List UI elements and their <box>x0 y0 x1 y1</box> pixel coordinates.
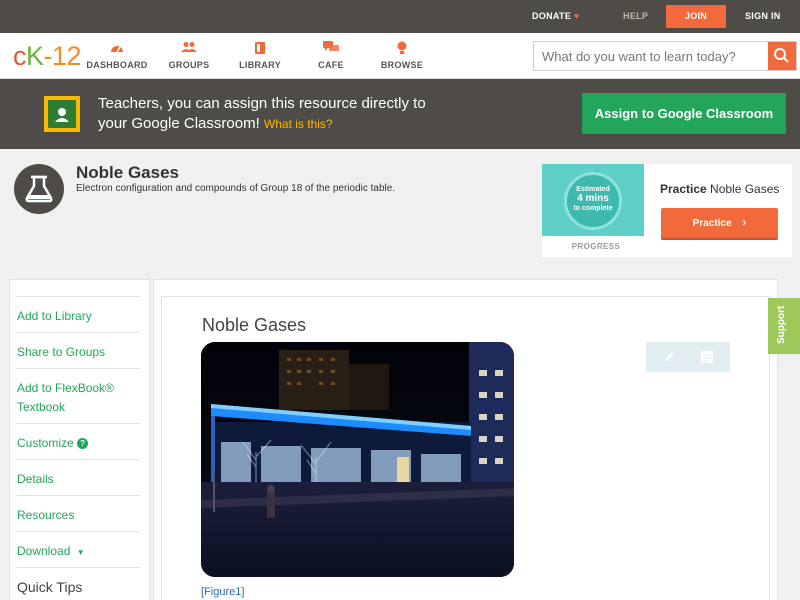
nav-dashboard[interactable]: DASHBOARD <box>82 41 152 70</box>
groups-icon <box>154 41 224 57</box>
logo-number: 12 <box>52 41 82 71</box>
article-title: Noble Gases <box>202 315 307 335</box>
browse-icon <box>367 41 437 57</box>
estimated-minutes: 4 mins <box>577 193 609 204</box>
nav-groups[interactable]: GROUPS <box>154 41 224 70</box>
support-label: Support <box>776 305 787 344</box>
help-link[interactable]: HELP <box>623 0 648 33</box>
nav-cafe[interactable]: CAFE <box>296 41 366 70</box>
nav-library-label: LIBRARY <box>239 60 281 70</box>
resources-link[interactable]: Resources <box>17 495 140 525</box>
search-input[interactable] <box>534 42 770 70</box>
pencil-icon[interactable] <box>660 348 678 366</box>
practice-button[interactable]: Practice › <box>661 208 778 238</box>
donate-link[interactable]: DONATE ♥ <box>532 0 580 33</box>
estimated-time: Estimated 4 mins to complete <box>567 185 619 213</box>
notes-icon[interactable] <box>698 348 716 366</box>
ck12-logo[interactable]: cK-12 <box>13 41 82 71</box>
estimated-label: Estimated <box>576 186 610 193</box>
cafe-icon <box>296 41 366 57</box>
support-tab[interactable]: Support <box>768 298 800 354</box>
logo-k: K <box>26 41 44 71</box>
heart-icon: ♥ <box>573 11 580 21</box>
banner-line-1: Teachers, you can assign this resource d… <box>98 95 426 112</box>
chevron-right-icon: › <box>742 215 747 229</box>
article-figure-image <box>201 342 514 577</box>
assign-google-classroom-button[interactable]: Assign to Google Classroom <box>582 93 786 134</box>
banner-message: Teachers, you can assign this resource d… <box>98 94 458 134</box>
practice-title: Practice Noble Gases <box>660 182 779 196</box>
help-circle-icon[interactable]: ? <box>77 438 89 449</box>
add-to-library-link[interactable]: Add to Library <box>17 296 140 326</box>
customize-link[interactable]: Customize ? <box>17 423 140 453</box>
download-link[interactable]: Download ▼ <box>17 531 140 562</box>
dashboard-icon <box>82 41 152 57</box>
search-icon <box>774 48 789 63</box>
nav-browse-label: BROWSE <box>380 60 424 70</box>
concept-title: Noble Gases <box>76 163 179 182</box>
to-complete-label: to complete <box>573 205 613 212</box>
nav-library[interactable]: LIBRARY <box>225 41 295 70</box>
main-nav-bar: cK-12 DASHBOARD GROUPS LIBRARY CAFE BROW… <box>0 33 800 79</box>
join-button[interactable]: JOIN <box>666 5 726 28</box>
practice-card: Estimated 4 mins to complete PROGRESS Pr… <box>542 164 792 257</box>
concept-description: Electron configuration and compounds of … <box>76 183 396 194</box>
quick-tips-heading: Quick Tips <box>17 567 140 597</box>
what-is-this-link[interactable]: What is this? <box>264 117 333 131</box>
details-link[interactable]: Details <box>17 459 140 489</box>
annotation-tools <box>646 342 730 372</box>
top-bar: DONATE ♥ HELP JOIN SIGN IN <box>0 0 800 33</box>
chemistry-flask-icon <box>14 164 64 214</box>
sign-in-link[interactable]: SIGN IN <box>745 0 781 33</box>
nav-browse[interactable]: BROWSE <box>367 41 437 70</box>
progress-badge: Estimated 4 mins to complete <box>542 164 644 236</box>
nav-groups-label: GROUPS <box>168 60 210 70</box>
search-button[interactable] <box>768 42 796 70</box>
share-to-groups-link[interactable]: Share to Groups <box>17 332 140 362</box>
add-to-flexbook-link[interactable]: Add to FlexBook® Textbook <box>17 368 140 417</box>
logo-dash: - <box>43 41 53 71</box>
caret-down-icon: ▼ <box>76 548 85 557</box>
practice-button-label: Practice <box>692 218 732 229</box>
figure-caption-link[interactable]: [Figure1] <box>201 586 244 598</box>
practice-title-bold: Practice <box>660 182 707 196</box>
donate-label: DONATE <box>532 11 572 21</box>
progress-label: PROGRESS <box>571 242 621 251</box>
practice-title-rest: Noble Gases <box>706 182 780 196</box>
nav-dashboard-label: DASHBOARD <box>86 60 148 70</box>
nav-cafe-label: CAFE <box>318 60 344 70</box>
resource-sidebar: Add to Library Share to Groups Add to Fl… <box>9 279 150 600</box>
customize-label: Customize <box>17 436 74 450</box>
google-classroom-icon <box>44 96 80 132</box>
search-box <box>533 41 797 71</box>
logo-c: c <box>13 41 27 71</box>
download-label: Download <box>17 544 71 558</box>
library-icon <box>225 41 295 57</box>
banner-line-2: your Google Classroom! <box>98 115 264 132</box>
progress-circle: Estimated 4 mins to complete <box>564 172 622 230</box>
